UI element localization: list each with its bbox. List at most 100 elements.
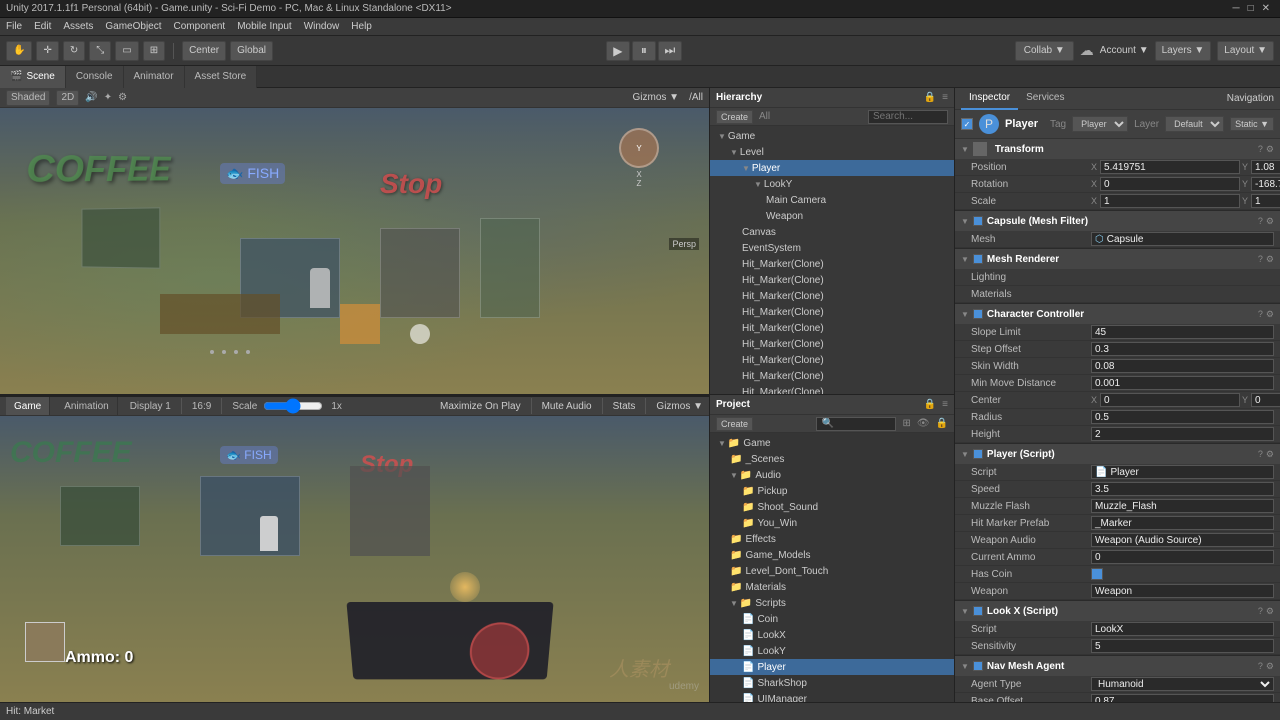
layers-button[interactable]: Layers ▼ xyxy=(1155,41,1212,61)
proj-player[interactable]: 📄 Player xyxy=(710,659,954,675)
proj-you-win[interactable]: 📁 You_Win xyxy=(710,515,954,531)
weapon-field[interactable]: Weapon xyxy=(1091,584,1274,598)
step-button[interactable]: ⏭ xyxy=(658,41,682,61)
meshrenderer-help-icon[interactable]: ? xyxy=(1258,254,1263,265)
proj-looky[interactable]: 📄 LookY xyxy=(710,643,954,659)
project-eye-icon[interactable]: 👁 xyxy=(917,418,930,429)
animation-tab[interactable]: Animation xyxy=(56,397,117,415)
skin-width-input[interactable] xyxy=(1091,359,1274,373)
hier-hit-marker-4[interactable]: Hit_Marker(Clone) xyxy=(710,304,954,320)
proj-uimanager[interactable]: 📄 UIManager xyxy=(710,691,954,702)
player-script-checkbox[interactable] xyxy=(973,449,983,459)
mute-audio[interactable]: Mute Audio xyxy=(542,401,592,412)
services-tab[interactable]: Services xyxy=(1018,88,1072,110)
project-search[interactable] xyxy=(816,417,896,431)
hier-hit-marker-1[interactable]: Hit_Marker(Clone) xyxy=(710,256,954,272)
proj-shoot-sound[interactable]: 📁 Shoot_Sound xyxy=(710,499,954,515)
proj-effects[interactable]: 📁 Effects xyxy=(710,531,954,547)
nav-agent-checkbox[interactable] xyxy=(973,661,983,671)
menu-edit[interactable]: Edit xyxy=(34,21,51,32)
menu-file[interactable]: File xyxy=(6,21,22,32)
slope-limit-input[interactable] xyxy=(1091,325,1274,339)
hier-hit-marker-7[interactable]: Hit_Marker(Clone) xyxy=(710,352,954,368)
scale-x-input[interactable] xyxy=(1100,194,1240,208)
proj-materials[interactable]: 📁 Materials xyxy=(710,579,954,595)
tool-move[interactable]: ✛ xyxy=(36,41,58,61)
global-button[interactable]: Global xyxy=(230,41,273,61)
project-create-btn[interactable]: Create xyxy=(716,417,753,431)
hierarchy-menu-icon[interactable]: ≡ xyxy=(942,92,948,103)
component-settings-icon[interactable]: ⚙ xyxy=(1266,144,1274,155)
nav-mesh-agent-header[interactable]: ▼ Nav Mesh Agent ? ⚙ xyxy=(955,656,1280,676)
game-canvas[interactable]: COFFEE 🐟 FISH Stop Ammo: 0 xyxy=(0,416,709,702)
scale-y-input[interactable] xyxy=(1251,194,1280,208)
lookx-script-header[interactable]: ▼ Look X (Script) ? ⚙ xyxy=(955,601,1280,621)
project-tab[interactable]: Project xyxy=(716,399,750,410)
game-gizmos[interactable]: Gizmos ▼ xyxy=(656,401,703,412)
proj-pickup[interactable]: 📁 Pickup xyxy=(710,483,954,499)
mesh-filter-header[interactable]: ▼ Capsule (Mesh Filter) ? ⚙ xyxy=(955,211,1280,231)
lookx-checkbox[interactable] xyxy=(973,606,983,616)
collab-button[interactable]: Collab ▼ xyxy=(1015,41,1074,61)
player-script-header[interactable]: ▼ Player (Script) ? ⚙ xyxy=(955,444,1280,464)
hier-item-weapon[interactable]: Weapon xyxy=(710,208,954,224)
gizmos-button[interactable]: Gizmos ▼ xyxy=(633,92,680,103)
scene-canvas[interactable]: COFFEE 🐟 FISH Stop Y X Z Persp xyxy=(0,108,709,394)
hier-item-eventsystem[interactable]: EventSystem xyxy=(710,240,954,256)
script-field[interactable]: 📄 Player xyxy=(1091,465,1274,479)
proj-lookx[interactable]: 📄 LookX xyxy=(710,627,954,643)
tool-rotate[interactable]: ↻ xyxy=(63,41,85,61)
component-help-icon[interactable]: ? xyxy=(1258,144,1263,155)
center-button[interactable]: Center xyxy=(182,41,226,61)
meshfilter-settings-icon[interactable]: ⚙ xyxy=(1266,216,1274,227)
audio-icon[interactable]: 🔊 xyxy=(85,92,97,103)
stats-button[interactable]: Stats xyxy=(613,401,636,412)
proj-scripts[interactable]: ▼ 📁 Scripts xyxy=(710,595,954,611)
hier-hit-marker-5[interactable]: Hit_Marker(Clone) xyxy=(710,320,954,336)
min-move-input[interactable] xyxy=(1091,376,1274,390)
pos-y-input[interactable] xyxy=(1251,160,1280,174)
menu-assets[interactable]: Assets xyxy=(63,21,93,32)
playerscript-settings-icon[interactable]: ⚙ xyxy=(1266,449,1274,460)
char-ctrl-checkbox[interactable] xyxy=(973,309,983,319)
muzzle-flash-field[interactable]: Muzzle_Flash xyxy=(1091,499,1274,513)
proj-game-models[interactable]: 📁 Game_Models xyxy=(710,547,954,563)
rot-y-input[interactable] xyxy=(1251,177,1280,191)
hier-item-main-camera[interactable]: Main Camera xyxy=(710,192,954,208)
proj-game[interactable]: ▼ 📁 Game xyxy=(710,435,954,451)
hier-item-level[interactable]: ▼ Level xyxy=(710,144,954,160)
menu-gameobject[interactable]: GameObject xyxy=(105,21,161,32)
weapon-audio-field[interactable]: Weapon (Audio Source) xyxy=(1091,533,1274,547)
mesh-field[interactable]: ⬡ Capsule xyxy=(1091,232,1274,246)
navagent-settings-icon[interactable]: ⚙ xyxy=(1266,661,1274,672)
mesh-renderer-header[interactable]: ▼ Mesh Renderer ? ⚙ xyxy=(955,249,1280,269)
center-x-input[interactable] xyxy=(1100,393,1240,407)
scale-slider[interactable] xyxy=(263,400,323,412)
maximize-on-play[interactable]: Maximize On Play xyxy=(440,401,521,412)
ctrl-height-input[interactable] xyxy=(1091,427,1274,441)
inspector-tab[interactable]: Inspector xyxy=(961,88,1018,110)
hit-marker-field[interactable]: _Marker xyxy=(1091,516,1274,530)
pos-x-input[interactable] xyxy=(1100,160,1240,174)
menu-window[interactable]: Window xyxy=(304,21,340,32)
hier-hit-marker-3[interactable]: Hit_Marker(Clone) xyxy=(710,288,954,304)
pause-button[interactable]: ⏸ xyxy=(632,41,656,61)
menu-help[interactable]: Help xyxy=(351,21,372,32)
proj-coin[interactable]: 📄 Coin xyxy=(710,611,954,627)
hier-hit-marker-9[interactable]: Hit_Marker(Clone) xyxy=(710,384,954,394)
agent-type-select[interactable]: Humanoid xyxy=(1091,677,1274,691)
2d-button[interactable]: 2D xyxy=(56,90,79,106)
meshfilter-help-icon[interactable]: ? xyxy=(1258,216,1263,227)
project-menu-icon[interactable]: ≡ xyxy=(942,399,948,410)
hierarchy-create-btn[interactable]: Create xyxy=(716,110,753,124)
static-button[interactable]: Static ▼ xyxy=(1230,117,1274,131)
close-icon[interactable]: ✕ xyxy=(1262,3,1270,14)
maximize-icon[interactable]: □ xyxy=(1248,3,1254,14)
play-button[interactable]: ▶ xyxy=(606,41,630,61)
hier-hit-marker-2[interactable]: Hit_Marker(Clone) xyxy=(710,272,954,288)
proj-scenes[interactable]: 📁 _Scenes xyxy=(710,451,954,467)
hier-hit-marker-6[interactable]: Hit_Marker(Clone) xyxy=(710,336,954,352)
player-tag-select[interactable]: Player xyxy=(1072,116,1128,132)
proj-level-dont-touch[interactable]: 📁 Level_Dont_Touch xyxy=(710,563,954,579)
tool-hand[interactable]: ✋ xyxy=(6,41,32,61)
